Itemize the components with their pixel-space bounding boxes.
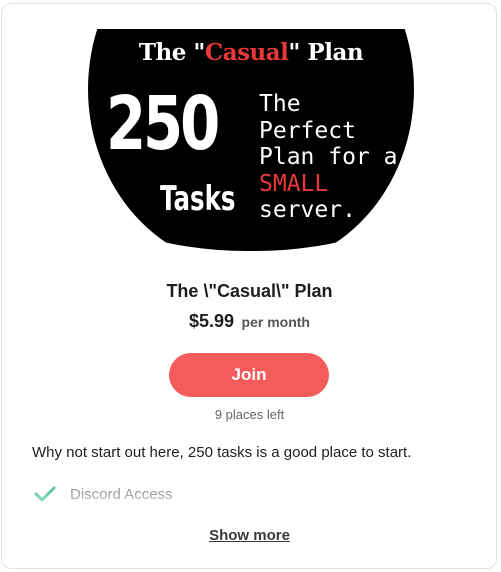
tagline-line: Perfect: [259, 117, 356, 144]
banner-title: The "Casual" Plan: [88, 39, 414, 66]
banner-tagline: The Perfect Plan for a SMALL server.: [259, 91, 397, 224]
plan-name: The \"Casual\" Plan: [166, 281, 333, 301]
join-button[interactable]: Join: [169, 353, 329, 397]
plan-period: per month: [241, 314, 310, 330]
plan-description: Why not start out here, 250 tasks is a g…: [32, 444, 412, 461]
price-row: $5.99 per month: [0, 311, 499, 332]
show-more-link[interactable]: Show more: [209, 527, 290, 544]
tagline-line: Plan for a: [259, 144, 398, 170]
banner-title-suffix: " Plan: [288, 39, 364, 66]
tagline-line: The: [259, 91, 301, 117]
places-left-label: 9 places left: [214, 407, 285, 422]
banner-title-prefix: The ": [138, 39, 205, 66]
tagline-highlight: SMALL: [259, 170, 329, 197]
content-fade-overlay: [10, 492, 490, 518]
show-more-container: Show more: [0, 525, 499, 544]
plan-price: $5.99: [189, 311, 235, 331]
banner-task-count: 250: [106, 81, 220, 167]
tagline-line: server.: [259, 197, 356, 223]
banner-title-highlight: Casual: [204, 39, 289, 66]
banner-tasks-word: Tasks: [160, 179, 236, 219]
plan-banner-image: The "Casual" Plan 250 Tasks The Perfect …: [88, 29, 414, 251]
